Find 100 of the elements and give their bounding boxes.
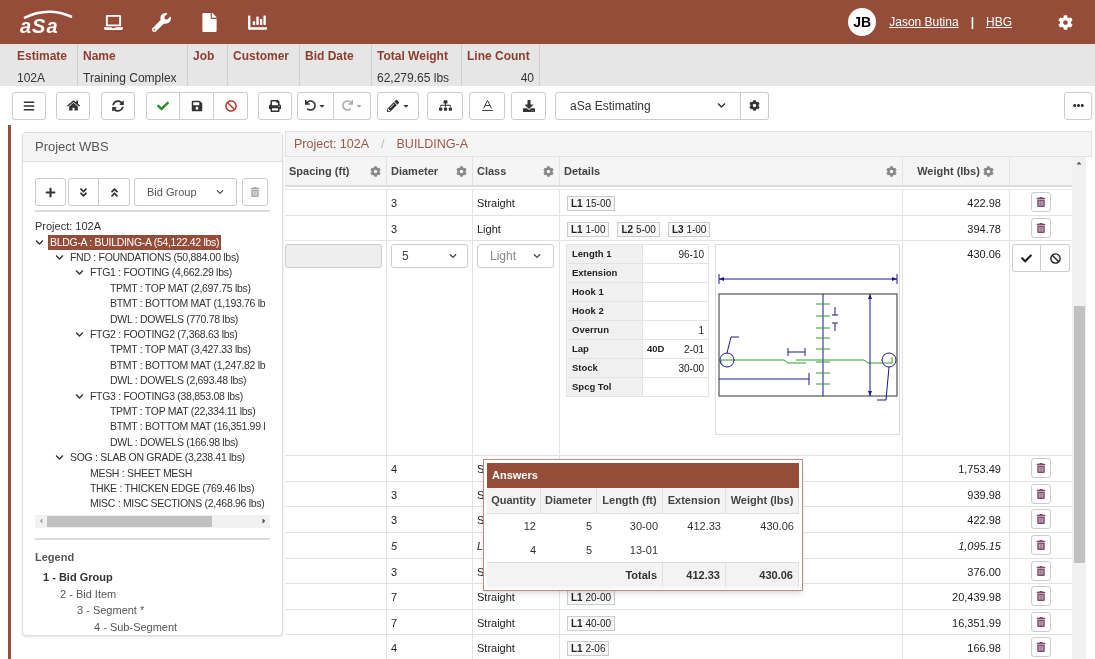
module-select[interactable]: aSa Estimating [555, 91, 741, 120]
tree-item[interactable]: THKE : THICKEN EDGE (769.46 lbs) [88, 480, 257, 496]
diameter-select[interactable]: 5 [391, 244, 468, 269]
delete-row-button[interactable] [1031, 458, 1051, 479]
vertical-scrollbar[interactable] [1072, 157, 1086, 659]
tree-item[interactable]: BTMT : BOTTOM MAT (1,247.82 lb [108, 357, 268, 373]
delete-row-button[interactable] [1031, 483, 1051, 504]
tree-item[interactable]: DWL : DOWELS (770.78 lbs) [108, 311, 241, 327]
edit-dropdown-button[interactable] [377, 91, 419, 120]
plus-icon [45, 186, 56, 198]
expand-all-button[interactable] [68, 178, 99, 207]
refresh-icon [112, 99, 124, 112]
diameter-value: 3 [391, 222, 398, 235]
delete-row-button[interactable] [1031, 509, 1051, 530]
field-label: Line Count [467, 48, 530, 65]
table-cell-text: 412.33 [687, 518, 721, 534]
tree-item[interactable]: FTG3 : FOOTING3 (38,853.08 lbs) [88, 388, 245, 404]
double-chevron-down-icon [78, 186, 89, 198]
module-settings-button[interactable] [741, 91, 769, 120]
column-settings-button[interactable] [886, 165, 898, 177]
breadcrumb-link[interactable]: BUILDING-A [396, 134, 469, 154]
horizontal-scrollbar[interactable] [35, 514, 270, 528]
panel-title: Project WBS [35, 138, 109, 157]
trash-icon [1036, 514, 1046, 525]
download-button[interactable] [511, 91, 546, 120]
tree-item[interactable]: MESH : SHEET MESH [88, 465, 195, 481]
tree-item[interactable]: SOG : SLAB ON GRADE (3,238.41 lbs) [68, 450, 247, 466]
weight-value: 939.98 [967, 488, 1001, 501]
menu-icon [23, 99, 35, 112]
legend-item: 4 - Sub-Segment [93, 619, 179, 635]
trash-icon [1036, 222, 1046, 233]
cancel-row-button[interactable] [1041, 244, 1070, 273]
user-name-link[interactable]: Jason Butina [889, 13, 959, 31]
table-cell-text: 5 [585, 518, 592, 534]
legend-title: Legend [35, 549, 76, 565]
tree-item[interactable]: TPMT : TOP MAT (22,334.11 lbs) [108, 403, 258, 419]
menu-button[interactable] [12, 91, 46, 120]
user-avatar[interactable]: JB [848, 8, 877, 36]
tree-item[interactable]: BLDG-A : BUILDING-A (54,122.42 lbs) [48, 234, 222, 250]
tree-item[interactable]: DWL : DOWELS (2,693.48 lbs) [108, 373, 249, 389]
save-button[interactable] [180, 91, 214, 120]
undo-button[interactable] [297, 91, 334, 120]
field-label: Bid Date [305, 48, 354, 65]
confirm-row-button[interactable] [1012, 244, 1041, 273]
delete-row-button[interactable] [1031, 192, 1051, 212]
tree-item[interactable]: FND : FOUNDATIONS (50,884.00 lbs) [68, 250, 242, 266]
trash-icon [1036, 616, 1046, 627]
tree-item[interactable]: FTG2 : FOOTING2 (7,368.63 lbs) [88, 327, 240, 342]
trash-icon [1036, 463, 1046, 474]
weight-value: 1,753.49 [958, 463, 1001, 476]
field-value: 30-00 [678, 361, 704, 376]
column-settings-button[interactable] [456, 165, 468, 177]
delete-row-button[interactable] [1031, 586, 1051, 607]
length-tag: L1 40-00 [567, 615, 616, 631]
delete-row-button[interactable] [1031, 534, 1051, 555]
laptop-icon [103, 12, 123, 32]
delete-row-button[interactable] [1031, 217, 1051, 238]
chevron-down-icon [55, 253, 64, 263]
breadcrumb-link[interactable]: Project: 102A [294, 134, 370, 154]
diameter-value: 4 [391, 642, 398, 655]
class-value: Straight [477, 591, 515, 604]
column-settings-button[interactable] [370, 165, 382, 177]
settings-button[interactable] [1057, 14, 1073, 30]
tree-item[interactable]: MISC : MISC SECTIONS (2,468.96 lbs) [88, 496, 267, 512]
column-header: Diameter [544, 493, 593, 509]
tree-item[interactable]: BTMT : BOTTOM MAT (16,351.99 l [108, 419, 268, 435]
delete-row-button[interactable] [1031, 560, 1051, 581]
logo[interactable]: aSa [20, 7, 74, 37]
confirm-button[interactable] [146, 91, 180, 120]
class-select[interactable]: Light [477, 244, 554, 269]
tree-item[interactable]: BTMT : BOTTOM MAT (1,193.76 lb [108, 296, 268, 312]
text-format-button[interactable] [469, 91, 505, 120]
length-tag: L3 1-00 [667, 221, 711, 237]
delete-row-button[interactable] [1031, 637, 1051, 658]
column-settings-button[interactable] [982, 165, 995, 177]
hierarchy-button[interactable] [427, 91, 463, 120]
length-tag: L1 15-00 [567, 196, 616, 211]
organization-link[interactable]: HBG [986, 13, 1012, 31]
cancel-button[interactable] [214, 91, 248, 120]
level-select[interactable]: Bid Group [134, 178, 237, 207]
add-button[interactable] [35, 178, 66, 207]
nav-button[interactable] [150, 11, 172, 33]
refresh-button[interactable] [101, 91, 135, 120]
settings-icon [982, 165, 994, 177]
download-icon [522, 99, 535, 112]
tree-item[interactable]: FTG1 : FOOTING (4,662.29 lbs) [88, 265, 234, 281]
check-icon [157, 99, 169, 112]
settings-icon [370, 165, 381, 177]
trash-icon [1036, 591, 1046, 602]
print-button[interactable] [258, 91, 292, 120]
tree-item[interactable]: TPMT : TOP MAT (3,427.33 lbs) [108, 342, 253, 358]
tree-item[interactable]: TPMT : TOP MAT (2,697.75 lbs) [108, 280, 253, 296]
tree-item[interactable]: DWL : DOWELS (166.98 lbs) [108, 434, 241, 450]
home-button[interactable] [56, 91, 90, 120]
column-settings-button[interactable] [543, 165, 555, 177]
field-label: Extension [572, 266, 618, 281]
more-button[interactable] [1064, 91, 1092, 120]
scroll-up-icon [1075, 159, 1083, 167]
collapse-all-button[interactable] [99, 178, 130, 207]
delete-row-button[interactable] [1031, 611, 1051, 632]
